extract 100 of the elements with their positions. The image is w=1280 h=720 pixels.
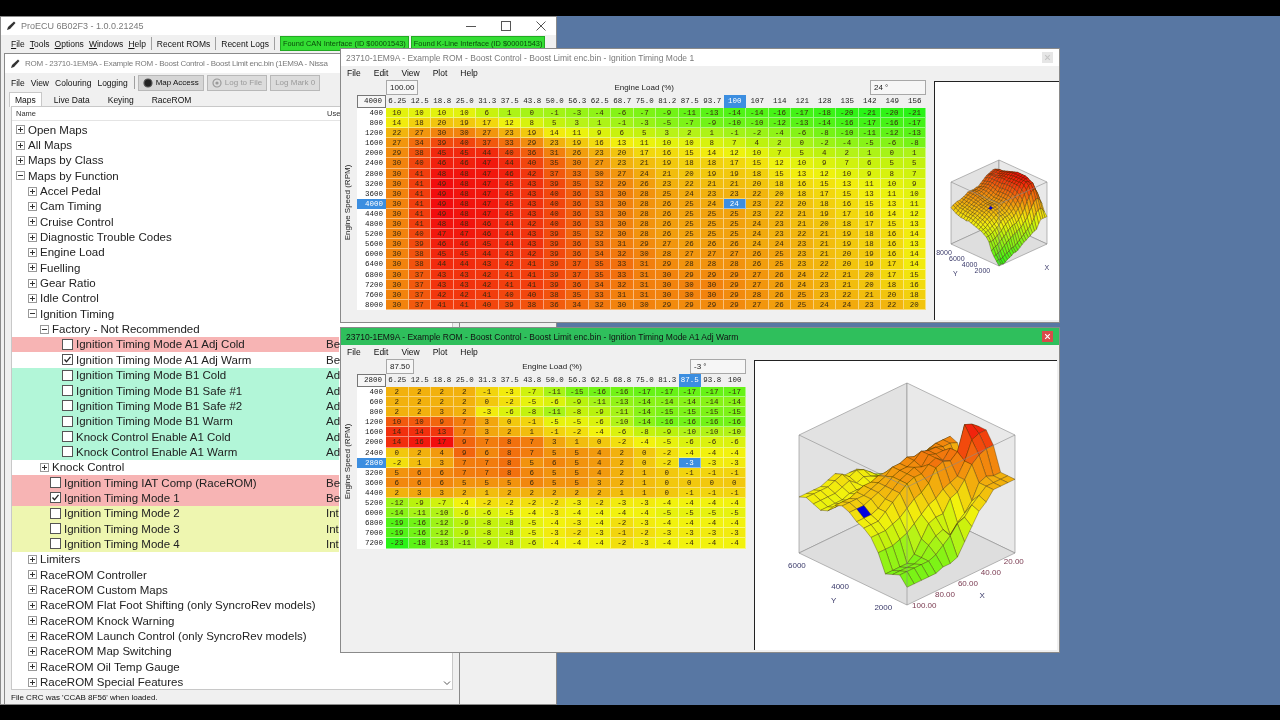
menu-item[interactable]: File	[11, 38, 25, 49]
collapse-icon[interactable]	[28, 309, 37, 319]
tree-item[interactable]: Idle Control	[40, 292, 99, 305]
menu-item[interactable]: Help	[460, 68, 478, 78]
tree-item[interactable]: RaceROM Custom Maps	[40, 584, 168, 596]
toolbar-button[interactable]: Recent ROMs	[156, 38, 211, 49]
menu-item[interactable]: Colouring	[55, 77, 92, 88]
expand-icon[interactable]	[28, 247, 37, 257]
value-field[interactable]: 87.50	[386, 359, 415, 374]
tree-row-highlight[interactable]: Ignition Timing Mode B1 Cold Ad	[12, 367, 339, 383]
expand-icon[interactable]	[28, 677, 37, 687]
expand-icon[interactable]	[28, 232, 37, 242]
tab[interactable]: RaceROM	[145, 91, 198, 107]
collapse-icon[interactable]	[40, 324, 49, 334]
checkbox[interactable]	[62, 446, 73, 458]
tree-item[interactable]: Ignition Timing Mode B1 Cold	[76, 369, 227, 382]
toolbar-button[interactable]: Recent Logs	[221, 38, 269, 49]
menu-item[interactable]: Plot	[432, 347, 448, 357]
expand-icon[interactable]	[28, 631, 37, 641]
expand-icon[interactable]	[28, 646, 37, 656]
menu-item[interactable]: File	[11, 77, 25, 88]
menu-item[interactable]: File	[347, 68, 361, 78]
menu-item[interactable]: Tools	[29, 38, 50, 49]
tree-item[interactable]: RaceROM Oil Temp Gauge	[40, 660, 180, 673]
expand-icon[interactable]	[28, 616, 37, 626]
menu-item[interactable]: View	[401, 347, 420, 357]
tree-item[interactable]: Ignition Timing Mode 3	[64, 522, 180, 535]
tree-row-highlight[interactable]: Ignition Timing Mode 1 Be	[12, 490, 339, 506]
expand-icon[interactable]	[16, 125, 25, 135]
tree-item[interactable]: Factory - Not Recommended	[52, 323, 200, 336]
tree-item[interactable]: RaceROM Map Switching	[40, 645, 172, 658]
tree-item[interactable]: Ignition Timing Mode A1 Adj Warm	[76, 353, 252, 366]
tree-item[interactable]: Knock Control	[52, 461, 125, 474]
tree-item[interactable]: RaceROM Controller	[40, 568, 147, 581]
value-field[interactable]: -3 °	[690, 359, 746, 374]
checkbox[interactable]	[50, 492, 61, 504]
expand-icon[interactable]	[28, 201, 37, 211]
tree-item[interactable]: Ignition Timing Mode 2	[64, 507, 180, 520]
checkbox[interactable]	[62, 400, 73, 412]
tree-item[interactable]: Fuelling	[40, 261, 81, 274]
checkbox[interactable]	[62, 431, 73, 443]
menu-item[interactable]: Help	[128, 38, 146, 49]
menu-item[interactable]: Help	[460, 347, 478, 357]
checkbox[interactable]	[50, 507, 61, 519]
menu-item[interactable]: Windows	[88, 38, 124, 49]
tab[interactable]: Maps	[9, 91, 42, 107]
tree-item[interactable]: Knock Control Enable A1 Cold	[76, 430, 231, 443]
menu-item[interactable]: Logging	[97, 77, 128, 88]
tree-item[interactable]: Ignition Timing Mode B1 Safe #1	[76, 384, 243, 397]
checkbox[interactable]	[62, 369, 73, 381]
checkbox[interactable]	[50, 477, 61, 489]
expand-icon[interactable]	[28, 186, 37, 196]
value-field[interactable]: 24 °	[870, 80, 926, 95]
tree-item[interactable]: Accel Pedal	[40, 185, 101, 198]
menu-item[interactable]: File	[347, 347, 361, 357]
tree-item[interactable]: Ignition Timing IAT Comp (RaceROM)	[64, 476, 257, 489]
menu-item[interactable]: View	[30, 77, 49, 88]
checkbox[interactable]	[62, 385, 73, 396]
expand-icon[interactable]	[28, 278, 37, 288]
expand-icon[interactable]	[16, 140, 25, 150]
tree-item[interactable]: RaceROM Knock Warning	[40, 614, 175, 627]
tree-row-highlight[interactable]: Ignition Timing Mode A1 Adj Cold Be	[12, 336, 339, 353]
tree-item[interactable]: Diagnostic Trouble Codes	[40, 231, 172, 244]
checkbox[interactable]	[62, 354, 73, 366]
tree-item[interactable]: Open Maps	[28, 123, 88, 136]
tree-row-highlight[interactable]: Knock Control Enable A1 Warm Ad	[12, 444, 339, 460]
close-button[interactable]	[535, 20, 547, 32]
menu-item[interactable]: Edit	[373, 68, 389, 78]
expand-icon[interactable]	[28, 662, 37, 672]
tree-item[interactable]: Knock Control Enable A1 Warm	[76, 445, 238, 458]
close-button[interactable]	[1042, 331, 1053, 342]
expand-icon[interactable]	[28, 600, 37, 610]
maximize-button[interactable]	[500, 20, 512, 32]
tree-item[interactable]: Ignition Timing Mode B1 Safe #2	[76, 399, 243, 412]
tree-item[interactable]: Ignition Timing Mode A1 Adj Cold	[76, 338, 245, 351]
expand-icon[interactable]	[40, 462, 49, 472]
menu-item[interactable]: Edit	[373, 347, 389, 357]
tree-item[interactable]: Ignition Timing	[40, 307, 115, 320]
tree-item[interactable]: RaceROM Special Features	[40, 676, 184, 689]
tab[interactable]: Live Data	[47, 91, 96, 107]
tree-row-highlight[interactable]: Ignition Timing Mode B1 Safe #2 Ad	[12, 398, 339, 414]
checkbox[interactable]	[62, 339, 73, 350]
expand-icon[interactable]	[16, 155, 25, 165]
expand-icon[interactable]	[28, 554, 37, 564]
menu-item[interactable]: Plot	[432, 68, 448, 78]
tree-item[interactable]: Ignition Timing Mode B1 Warm	[76, 415, 233, 428]
expand-icon[interactable]	[28, 217, 37, 227]
expand-icon[interactable]	[28, 293, 37, 303]
tree-item[interactable]: Engine Load	[40, 246, 105, 259]
menu-item[interactable]: View	[401, 68, 420, 78]
expand-icon[interactable]	[28, 585, 37, 595]
checkbox[interactable]	[50, 538, 61, 550]
tree-item[interactable]: RaceROM Flat Foot Shifting (only SyncroRev models)	[40, 599, 316, 612]
tree-item[interactable]: Limiters	[40, 553, 81, 566]
toolbar-button[interactable]: Map Access	[137, 74, 204, 91]
tab[interactable]: Keying	[101, 91, 140, 107]
tree-item[interactable]: Gear Ratio	[40, 277, 96, 290]
tree-item[interactable]: Cruise Control	[40, 215, 114, 228]
expand-icon[interactable]	[28, 570, 37, 580]
tree-item[interactable]: Ignition Timing Mode 1	[64, 491, 180, 504]
